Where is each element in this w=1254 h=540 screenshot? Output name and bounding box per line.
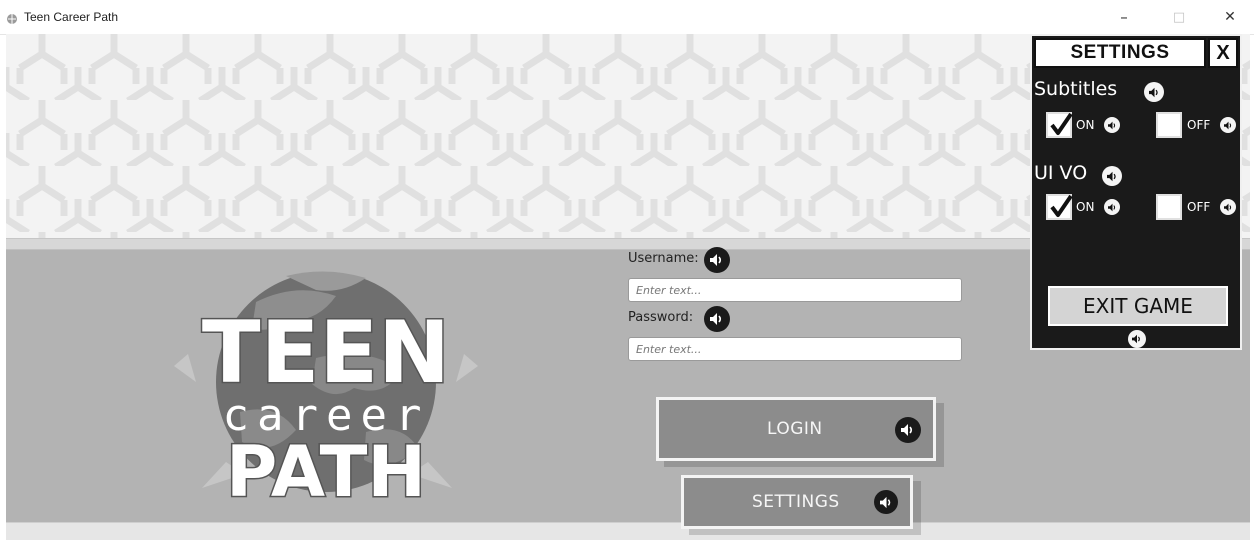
speaker-icon[interactable] xyxy=(1104,199,1120,215)
app-icon xyxy=(6,10,18,24)
username-label: Username: xyxy=(628,251,699,266)
exit-game-button[interactable]: EXIT GAME xyxy=(1048,286,1228,326)
settings-panel: SETTINGS X Subtitles ON OFF UI VO ON OFF… xyxy=(1030,34,1242,350)
ui-vo-on-checkbox[interactable] xyxy=(1046,194,1073,220)
settings-button[interactable]: SETTINGS xyxy=(681,475,913,529)
logo-text-teen: TEEN xyxy=(202,303,450,403)
logo-text-path: PATH xyxy=(226,431,426,502)
speaker-icon[interactable] xyxy=(704,247,730,273)
speaker-icon[interactable] xyxy=(1220,117,1236,133)
teen-career-path-logo: TEEN career PATH xyxy=(174,271,478,502)
minimize-button[interactable]: – xyxy=(1104,4,1144,30)
login-button-label: LOGIN xyxy=(767,419,823,439)
settings-close-button[interactable]: X xyxy=(1208,38,1238,68)
ui-vo-label: UI VO xyxy=(1034,162,1088,184)
login-button[interactable]: LOGIN xyxy=(656,397,936,461)
speaker-icon[interactable] xyxy=(1128,330,1146,348)
settings-button-label: SETTINGS xyxy=(752,492,840,512)
bottom-strip xyxy=(6,522,1250,540)
checkmark-icon xyxy=(1050,112,1073,135)
subtitles-on-checkbox[interactable] xyxy=(1046,112,1073,138)
checkmark-icon xyxy=(1050,194,1073,217)
username-input[interactable] xyxy=(628,278,962,302)
settings-panel-title: SETTINGS xyxy=(1034,38,1206,68)
close-window-button[interactable]: ✕ xyxy=(1210,4,1250,30)
maximize-button[interactable]: □ xyxy=(1159,4,1199,30)
ui-vo-on-label: ON xyxy=(1076,200,1095,214)
subtitles-off-checkbox[interactable] xyxy=(1156,112,1182,138)
password-input[interactable] xyxy=(628,337,962,361)
speaker-icon[interactable] xyxy=(1104,117,1120,133)
password-label: Password: xyxy=(628,310,694,325)
ui-vo-off-label: OFF xyxy=(1187,200,1211,214)
speaker-icon[interactable] xyxy=(1220,199,1236,215)
ui-vo-off-checkbox[interactable] xyxy=(1156,194,1182,220)
speaker-icon[interactable] xyxy=(874,490,898,514)
speaker-icon[interactable] xyxy=(704,306,730,332)
subtitles-off-label: OFF xyxy=(1187,118,1211,132)
subtitles-label: Subtitles xyxy=(1034,78,1118,100)
speaker-icon[interactable] xyxy=(1144,82,1164,102)
speaker-icon[interactable] xyxy=(1102,166,1122,186)
speaker-icon[interactable] xyxy=(895,417,921,443)
subtitles-on-label: ON xyxy=(1076,118,1095,132)
window-titlebar: Teen Career Path – □ ✕ xyxy=(0,0,1254,35)
window-title: Teen Career Path xyxy=(24,10,119,24)
